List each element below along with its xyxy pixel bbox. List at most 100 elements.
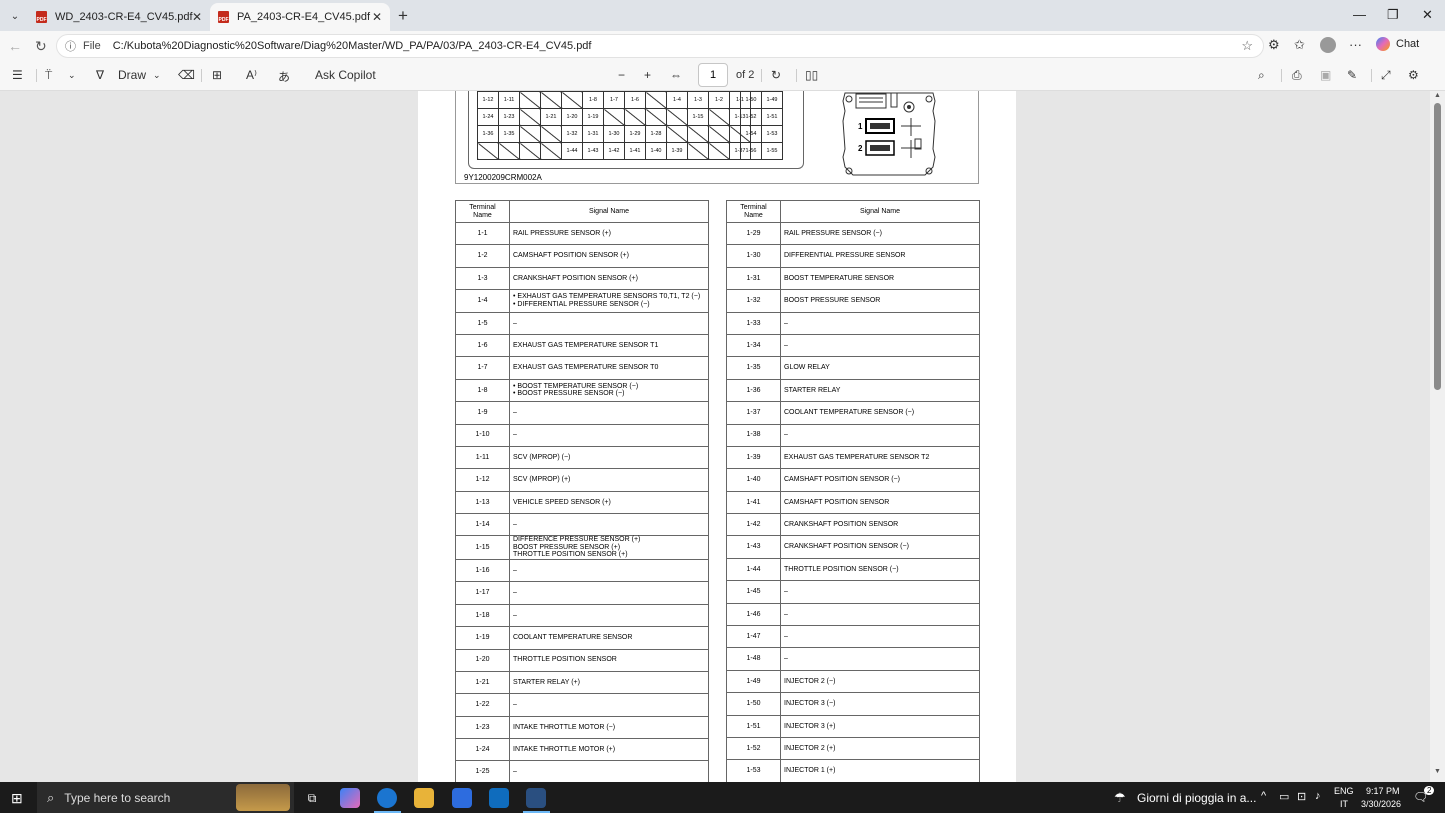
translate-icon[interactable]: あ [278,68,290,85]
contents-icon[interactable]: ☰ [12,68,23,82]
rotate-icon[interactable]: ↻ [771,68,781,82]
language-indicator[interactable]: ENG [1334,786,1354,796]
table-row: 1-33– [726,311,980,335]
read-aloud-icon[interactable]: A⁾ [246,68,257,82]
minimize-icon[interactable]: — [1353,7,1366,22]
copilot-app-icon[interactable] [340,788,360,808]
pdf-viewer[interactable]: 1-12 1-11 1-8 1-7 1-6 1-4 1-3 1-2 1-1 1-24 1-23 1-2… [0,91,1430,782]
terminal-name: 1-48 [726,647,781,671]
terminal-name: 1-7 [455,356,510,380]
restore-icon[interactable]: ❐ [1387,7,1399,23]
chat-label: Chat [1396,38,1420,50]
scroll-up-icon[interactable]: ▲ [1434,92,1441,99]
copilot-chat-button[interactable]: Chat [1376,37,1419,51]
draw-button[interactable]: Draw [118,68,146,82]
address-bar-row: ← ↻ ⓘ File C:/Kubota%20Diagnostic%20Soft… [0,31,1445,60]
search-icon[interactable]: ⌕ [1258,68,1265,83]
battery-icon[interactable]: ▭ [1279,790,1289,803]
refresh-icon[interactable]: ↻ [35,38,47,55]
favorites-icon[interactable]: ✩ [1294,37,1305,53]
more-menu-icon[interactable]: ··· [1349,37,1362,52]
fit-width-icon[interactable]: ⇔ [670,68,682,82]
pin-blank [603,108,625,126]
draw-icon[interactable]: ∇ [96,68,104,82]
pin-row: 1-52 1-51 [740,108,783,126]
zoom-out-icon[interactable]: − [618,68,625,82]
terminal-name: 1-53 [726,759,781,782]
vertical-scrollbar[interactable]: ▲ ▼ [1430,91,1445,782]
signal-name-header: Signal Name [509,200,709,223]
tab-bar: ⌄ PDF WD_2403-CR-E4_CV45.pdf ✕ PDF PA_24… [0,0,1445,31]
tab-list-chevron-icon[interactable]: ⌄ [6,7,24,25]
windows-start-icon[interactable]: ⊞ [11,790,23,807]
close-window-icon[interactable]: ✕ [1422,7,1433,23]
close-tab-icon[interactable]: ✕ [372,10,382,24]
close-tab-icon[interactable]: ✕ [192,10,202,24]
taskbar-search-box[interactable]: ⌕ Type here to search [37,782,294,813]
fullscreen-icon[interactable]: ⤢ [1381,68,1391,83]
eraser-icon[interactable]: ⌫ [178,68,195,82]
pin-cell: 1-6 [624,91,646,109]
terminal-name: 1-42 [726,513,781,537]
terminal-name: 1-24 [455,738,510,762]
pin-cell: 1-35 [498,125,520,143]
pin-cell: 1-31 [582,125,604,143]
draw-dropdown-icon[interactable]: ⌄ [153,70,161,81]
volume-icon[interactable]: ♪ [1315,790,1321,802]
pin-cell: 1-52 [740,108,762,126]
file-explorer-icon[interactable] [414,788,434,808]
back-icon[interactable]: ← [8,38,22,54]
signal-name: SCV (MPROP) (+) [509,468,709,492]
network-icon[interactable]: ⊡ [1297,790,1306,803]
tray-chevron-icon[interactable]: ^ [1261,790,1266,802]
signal-name: COOLANT TEMPERATURE SENSOR [509,626,709,650]
task-view-icon[interactable]: ⧉ [302,788,322,808]
page-view-icon[interactable]: ▯▯ [805,68,818,82]
signal-name: THROTTLE POSITION SENSOR [509,648,709,672]
terminal-name: 1-2 [455,244,510,268]
diagmaster-app-icon[interactable] [526,788,546,808]
edge-browser-icon[interactable] [377,788,397,808]
profile-avatar[interactable] [1320,37,1336,53]
table-row: 1-48– [726,647,980,671]
terminal-name: 1-38 [726,423,781,447]
save-icon[interactable]: ▣ [1320,68,1331,82]
terminal-name: 1-50 [726,692,781,716]
address-bar[interactable]: ⓘ File C:/Kubota%20Diagnostic%20Software… [56,34,1264,58]
page-number-input[interactable]: 1 [698,63,728,87]
new-tab-icon[interactable]: + [398,6,408,26]
store-icon[interactable] [452,788,472,808]
favorite-star-icon[interactable]: ☆ [1241,38,1253,54]
search-highlight-image[interactable] [236,784,290,811]
highlight-icon[interactable]: ⍡ [45,68,52,83]
terminal-name: 1-5 [455,311,510,335]
tab-pa-pdf[interactable]: PDF PA_2403-CR-E4_CV45.pdf ✕ [210,3,390,31]
print-icon[interactable]: ⎙ [1292,68,1302,83]
save-as-icon[interactable]: ✎ [1347,68,1357,82]
tab-wd-pdf[interactable]: PDF WD_2403-CR-E4_CV45.pdf ✕ [28,3,210,31]
signal-name-header: Signal Name [780,200,980,223]
pin-cell: 1-20 [561,108,583,126]
pin-blank [645,91,667,109]
extensions-icon[interactable]: ⚙ [1268,37,1280,53]
clock-time[interactable]: 9:17 PM [1366,786,1400,796]
pin-cell: 1-19 [582,108,604,126]
signal-name: DIFFERENCE PRESSURE SENSOR (+) BOOST PRE… [509,535,709,560]
zoom-in-icon[interactable]: + [644,68,651,82]
terminal-name: 1-20 [455,648,510,672]
info-icon[interactable]: ⓘ [65,38,76,54]
scroll-down-icon[interactable]: ▼ [1434,768,1441,775]
scrollbar-thumb[interactable] [1434,103,1441,390]
outlook-icon[interactable] [489,788,509,808]
url-text[interactable]: C:/Kubota%20Diagnostic%20Software/Diag%2… [113,40,592,52]
pin-blank [498,142,520,160]
weather-text[interactable]: Giorni di pioggia in a... [1137,791,1256,805]
settings-gear-icon[interactable]: ⚙ [1408,68,1419,82]
text-box-icon[interactable]: ⊞ [212,68,222,82]
highlight-dropdown-icon[interactable]: ⌄ [68,70,76,81]
weather-icon[interactable]: ☂ [1114,790,1126,806]
pdf-file-icon: PDF [218,11,229,23]
ask-copilot-button[interactable]: Ask Copilot [315,68,376,82]
signal-name: INJECTOR 3 (+) [780,714,980,738]
pin-row: 1-54 1-53 [740,125,783,143]
